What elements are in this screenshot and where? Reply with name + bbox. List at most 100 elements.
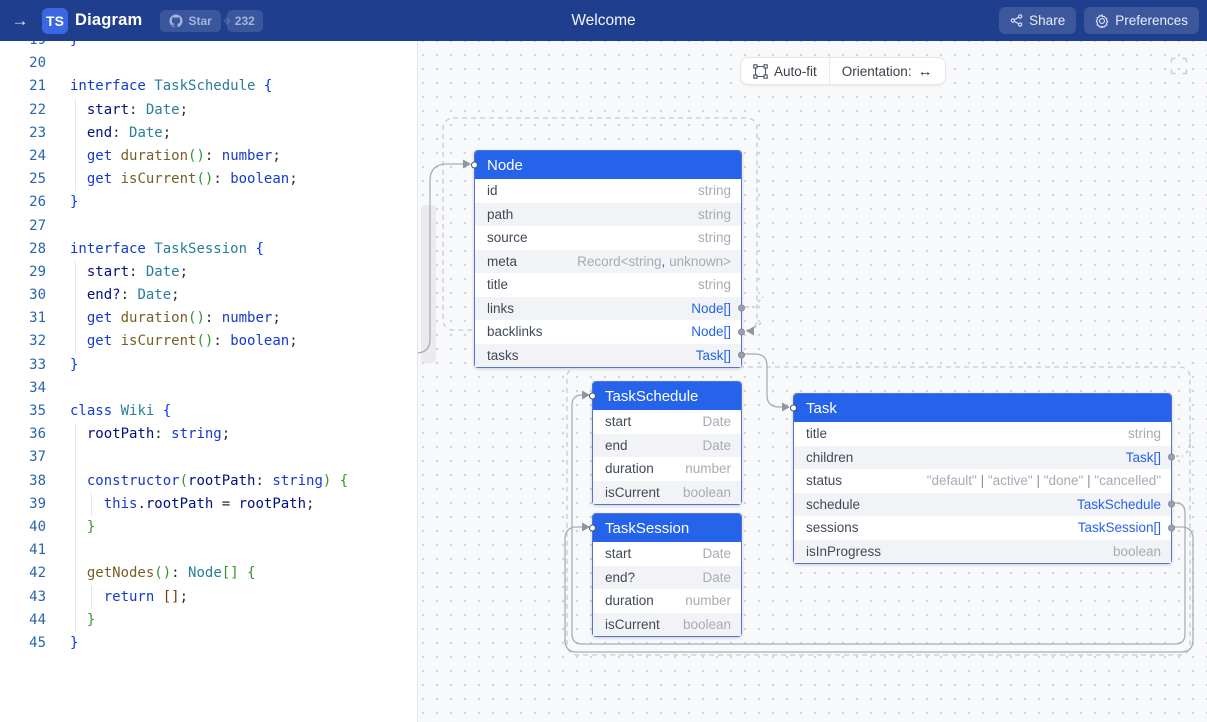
- line-number: 42: [0, 562, 46, 585]
- header-right-group: Share Preferences: [999, 7, 1199, 34]
- field-row-start[interactable]: startDate: [593, 410, 741, 434]
- field-type: string: [1128, 426, 1161, 441]
- code-text: interface TaskSchedule {: [46, 75, 272, 98]
- code-line[interactable]: 34: [0, 377, 417, 400]
- code-line[interactable]: 28interface TaskSession {: [0, 238, 417, 261]
- code-line[interactable]: 32 get isCurrent(): boolean;: [0, 330, 417, 353]
- code-line[interactable]: 30 end?: Date;: [0, 284, 417, 307]
- field-row-links[interactable]: linksNode[]: [475, 297, 741, 321]
- code-text: [46, 539, 70, 562]
- code-line[interactable]: 35class Wiki {: [0, 400, 417, 423]
- field-row-title[interactable]: titlestring: [475, 273, 741, 297]
- preferences-button[interactable]: Preferences: [1084, 7, 1199, 34]
- entity-taskschedule[interactable]: TaskSchedule startDateendDate duration numb…: [592, 381, 742, 505]
- field-row-end[interactable]: end? Date: [593, 566, 741, 590]
- field-type: number: [685, 461, 731, 476]
- orientation-button[interactable]: Orientation: ↔: [829, 58, 945, 84]
- field-name: start: [605, 546, 631, 561]
- field-row-duration[interactable]: duration number: [593, 457, 741, 481]
- code-line[interactable]: 23 end: Date;: [0, 122, 417, 145]
- code-text: [46, 446, 70, 469]
- field-row-backlinks[interactable]: backlinksNode[]: [475, 320, 741, 344]
- edge-task-children-stub: [1176, 437, 1190, 456]
- code-text: class Wiki {: [46, 400, 171, 423]
- field-row-tasks[interactable]: tasksTask[]: [475, 344, 741, 368]
- field-row-isCurrent[interactable]: isCurrentboolean: [593, 613, 741, 637]
- field-type: number: [685, 593, 731, 608]
- code-line[interactable]: 24 get duration(): number;: [0, 145, 417, 168]
- autofit-button[interactable]: Auto-fit: [741, 58, 829, 84]
- line-number: 29: [0, 261, 46, 284]
- code-line[interactable]: 37: [0, 446, 417, 469]
- code-line[interactable]: 33}: [0, 354, 417, 377]
- header-left-group: → TS Diagram Star 232: [8, 8, 263, 34]
- entity-header-taskschedule[interactable]: TaskSchedule: [593, 382, 741, 410]
- field-type: Date: [702, 570, 731, 585]
- fullscreen-icon[interactable]: [1170, 57, 1188, 75]
- field-row-id[interactable]: idstring: [475, 179, 741, 203]
- code-line[interactable]: 27: [0, 215, 417, 238]
- line-number: 19: [0, 41, 46, 52]
- entity-header-node[interactable]: Node: [475, 151, 741, 179]
- entity-header-task[interactable]: Task: [794, 394, 1171, 422]
- code-line[interactable]: 39 this.rootPath = rootPath;: [0, 493, 417, 516]
- share-button[interactable]: Share: [999, 7, 1076, 34]
- field-name: status: [806, 473, 842, 488]
- entity-task[interactable]: Task titlestringchildrenTask[]status"defa…: [793, 393, 1172, 564]
- entity-tasksession[interactable]: TaskSessionstartDate end? Date durationnumb…: [592, 513, 742, 637]
- field-row-sessions[interactable]: sessionsTaskSession[]: [794, 516, 1171, 540]
- code-text: }: [46, 41, 78, 52]
- field-type: Date: [702, 414, 731, 429]
- orientation-label: Orientation:: [842, 64, 912, 79]
- code-line[interactable]: 43 return [];: [0, 586, 417, 609]
- code-line[interactable]: 26}: [0, 191, 417, 214]
- gear-icon: [1095, 14, 1109, 28]
- code-line[interactable]: 31 get duration(): number;: [0, 307, 417, 330]
- line-number: 33: [0, 354, 46, 377]
- page-title: Welcome: [571, 12, 635, 30]
- code-line[interactable]: 29 start: Date;: [0, 261, 417, 284]
- field-row-schedule[interactable]: scheduleTaskSchedule: [794, 493, 1171, 517]
- code-line[interactable]: 25 get isCurrent(): boolean;: [0, 168, 417, 191]
- field-row-title[interactable]: titlestring: [794, 422, 1171, 446]
- field-row-path[interactable]: pathstring: [475, 203, 741, 227]
- field-row-duration[interactable]: durationnumber: [593, 589, 741, 613]
- entity-title: TaskSchedule: [605, 388, 698, 405]
- field-row-source[interactable]: sourcestring: [475, 226, 741, 250]
- app-logo[interactable]: TS: [42, 8, 68, 34]
- code-text: get duration(): number;: [46, 145, 281, 168]
- diagram-canvas[interactable]: Auto-fit Orientation: ↔ Nodeidstringpath…: [418, 41, 1207, 722]
- entity-title: Task: [806, 400, 837, 417]
- field-row-meta[interactable]: metaRecord<string, unknown>: [475, 250, 741, 274]
- edge-tasks-task: [744, 354, 782, 407]
- code-line[interactable]: 41: [0, 539, 417, 562]
- field-name: title: [487, 277, 508, 292]
- field-row-isInProgress[interactable]: isInProgressboolean: [794, 540, 1171, 564]
- field-row-isCurrent[interactable]: isCurrentboolean: [593, 481, 741, 505]
- field-row-end[interactable]: endDate: [593, 434, 741, 458]
- field-name: isCurrent: [605, 485, 660, 500]
- code-line[interactable]: 42 getNodes(): Node[] {: [0, 562, 417, 585]
- share-icon: [1010, 14, 1023, 27]
- field-name: end?: [605, 570, 635, 585]
- code-line[interactable]: 21interface TaskSchedule {: [0, 75, 417, 98]
- code-line[interactable]: 20: [0, 52, 417, 75]
- code-line[interactable]: 19}: [0, 41, 417, 52]
- code-editor-panel[interactable]: 19}2021interface TaskSchedule {22 start:…: [0, 41, 418, 722]
- code-line[interactable]: 40 }: [0, 516, 417, 539]
- code-line[interactable]: 22 start: Date;: [0, 99, 417, 122]
- back-arrow-icon[interactable]: →: [8, 11, 32, 31]
- field-name: duration: [605, 461, 654, 476]
- entity-node[interactable]: NodeidstringpathstringsourcestringmetaRe…: [474, 150, 742, 368]
- code-line[interactable]: 44 }: [0, 609, 417, 632]
- field-type: Task[]: [1126, 450, 1161, 465]
- field-row-children[interactable]: childrenTask[]: [794, 446, 1171, 470]
- field-row-start[interactable]: startDate: [593, 542, 741, 566]
- github-star-badge[interactable]: Star 232: [160, 10, 262, 32]
- code-line[interactable]: 38 constructor(rootPath: string) {: [0, 470, 417, 493]
- field-row-status[interactable]: status"default" | "active" | "done" | "c…: [794, 469, 1171, 493]
- entity-header-tasksession[interactable]: TaskSession: [593, 514, 741, 542]
- code-line[interactable]: 45}: [0, 632, 417, 655]
- code-line[interactable]: 36 rootPath: string;: [0, 423, 417, 446]
- code-text: [46, 52, 70, 75]
